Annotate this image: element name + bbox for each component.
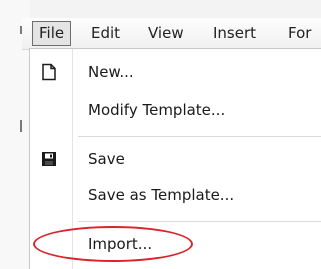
edge-artifact [20,120,22,132]
menu-item-save[interactable]: Save [30,142,321,176]
new-document-icon [40,63,58,81]
menu-item-label: New... [88,63,134,81]
menu-item-label: Import... [88,235,153,253]
menu-bar: File Edit View Insert For [22,18,321,50]
menu-item-new[interactable]: New... [30,55,321,89]
menu-separator [78,221,321,222]
menu-separator [78,136,321,137]
menu-item-modify-template[interactable]: Modify Template... [30,93,321,127]
menu-format[interactable]: For [288,18,311,49]
menu-item-label: Modify Template... [88,101,226,119]
menu-item-save-as-template[interactable]: Save as Template... [30,178,321,212]
menu-item-label: Save as Template... [88,186,235,204]
menu-insert[interactable]: Insert [213,18,256,49]
menu-item-label: Save [88,150,125,168]
menu-edit[interactable]: Edit [91,18,120,49]
screenshot-stage: File Edit View Insert For New... Modify … [0,0,321,269]
menu-item-import[interactable]: Import... [30,227,321,261]
file-menu-dropdown: New... Modify Template... Save Save as T… [29,48,321,269]
save-icon [40,150,58,168]
menu-file[interactable]: File [32,21,72,46]
menu-view[interactable]: View [148,18,184,49]
